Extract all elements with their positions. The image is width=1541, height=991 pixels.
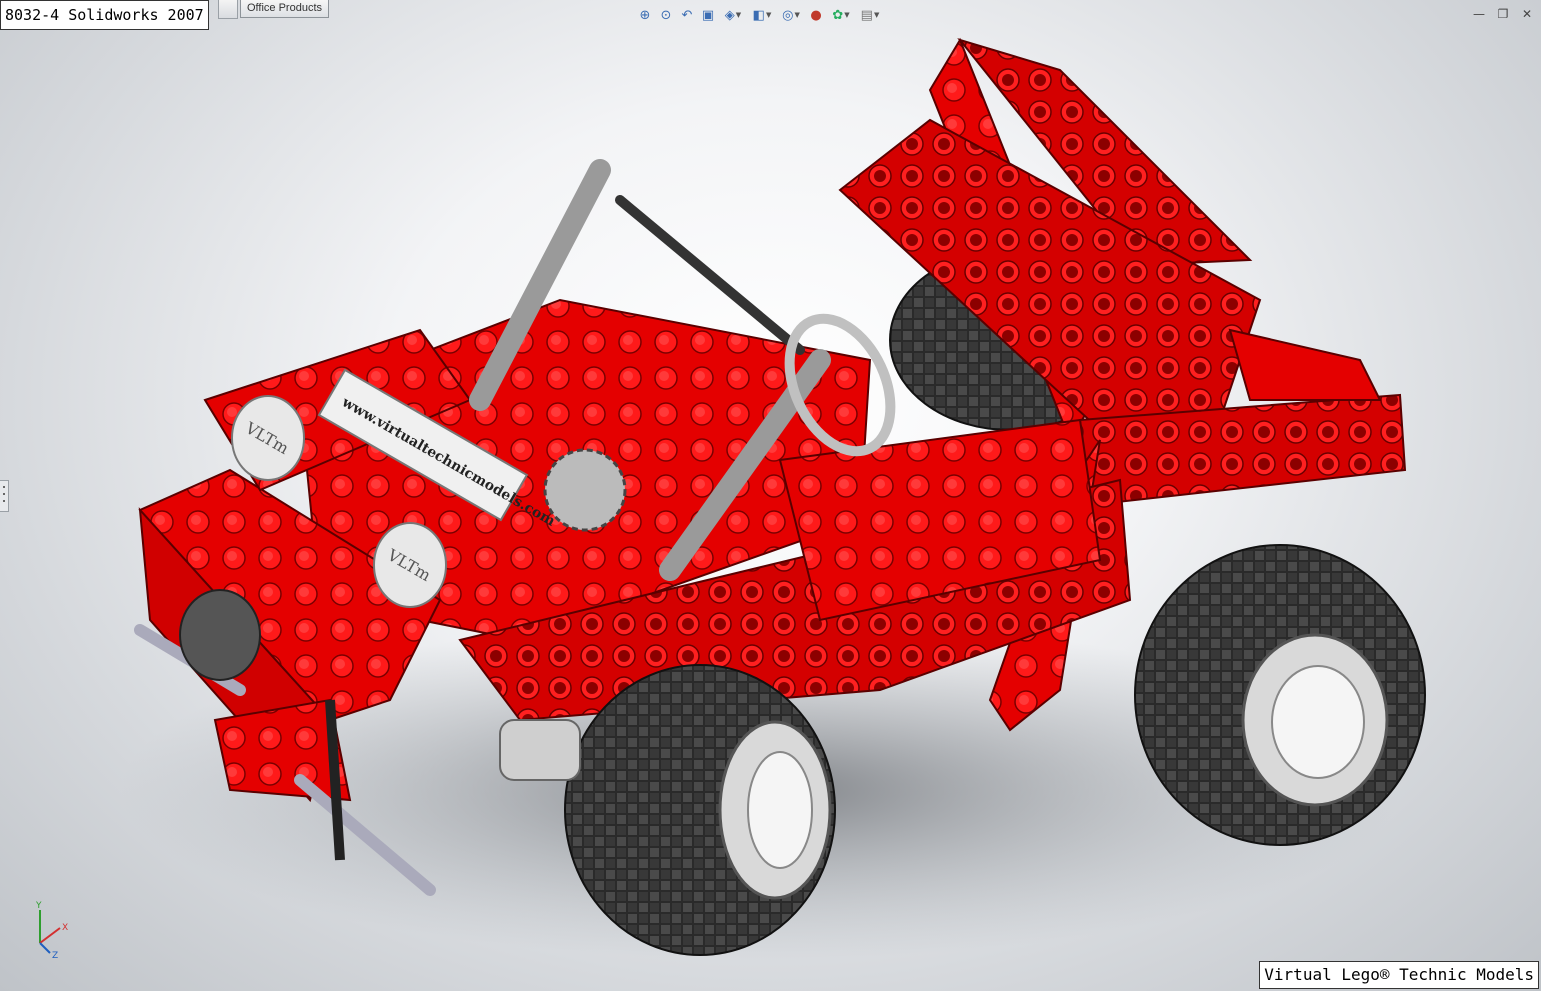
display-style-icon[interactable]: ◧ ▼ [749, 6, 775, 24]
roll-cage-rear-block [1228, 328, 1382, 401]
coordinate-triad: Y X Z [28, 898, 78, 961]
roll-cage-side-panel [838, 118, 1262, 432]
lego-buggy-model[interactable]: www.virtualtechnicmodels.com VLTm VLTm [0, 0, 1541, 991]
zoom-to-area-icon[interactable]: ⊙ [657, 6, 675, 24]
hide-show-items-icon[interactable]: ◎ ▼ [778, 6, 804, 24]
vltm-disc-2: VLTm [373, 522, 447, 608]
view-settings-icon[interactable]: ▤ ▼ [857, 6, 883, 24]
chevron-down-icon: ▼ [765, 11, 772, 19]
chevron-down-icon: ▼ [735, 11, 742, 19]
tab-stub[interactable] [218, 0, 238, 19]
window-controls: — ❐ ✕ [1471, 6, 1535, 22]
model-title: 8032-4 Solidworks 2007 [0, 0, 209, 30]
footer-caption: Virtual Lego® Technic Models [1259, 961, 1539, 989]
view-orientation-icon[interactable]: ◈ ▼ [720, 6, 746, 24]
apply-scene-icon[interactable]: ✿ ▼ [828, 6, 854, 24]
rear-wheel [1134, 544, 1426, 846]
front-grey-hub [179, 589, 261, 681]
close-icon[interactable]: ✕ [1519, 6, 1535, 22]
chevron-down-icon: ▼ [873, 11, 880, 19]
previous-view-icon[interactable]: ↶ [678, 6, 696, 24]
chevron-down-icon: ▼ [844, 11, 850, 19]
front-wheel-hub-assembly [499, 719, 581, 781]
feature-manager-collapse-handle[interactable] [0, 480, 9, 512]
restore-icon[interactable]: ❐ [1495, 6, 1511, 22]
graphics-area[interactable]: 8032-4 Solidworks 2007 Office Products ⊕… [0, 0, 1541, 991]
triad-y-label: Y [35, 901, 42, 911]
gear [543, 448, 627, 532]
heads-up-view-toolbar: ⊕ ⊙ ↶ ▣ ◈ ▼ ◧ ▼ ◎ ▼ ● ✿ ▼ ▤ ▼ [636, 4, 883, 26]
section-view-icon[interactable]: ▣ [699, 6, 717, 24]
chevron-down-icon: ▼ [794, 11, 800, 19]
tab-office-products[interactable]: Office Products [240, 0, 329, 18]
front-wheel [564, 664, 836, 956]
triad-z-label: Z [52, 951, 58, 958]
minimize-icon[interactable]: — [1471, 6, 1487, 22]
zoom-to-fit-icon[interactable]: ⊕ [636, 6, 654, 24]
edit-appearance-icon[interactable]: ● [807, 6, 825, 24]
triad-x-label: X [62, 923, 68, 933]
vltm-disc-1: VLTm [231, 395, 305, 481]
